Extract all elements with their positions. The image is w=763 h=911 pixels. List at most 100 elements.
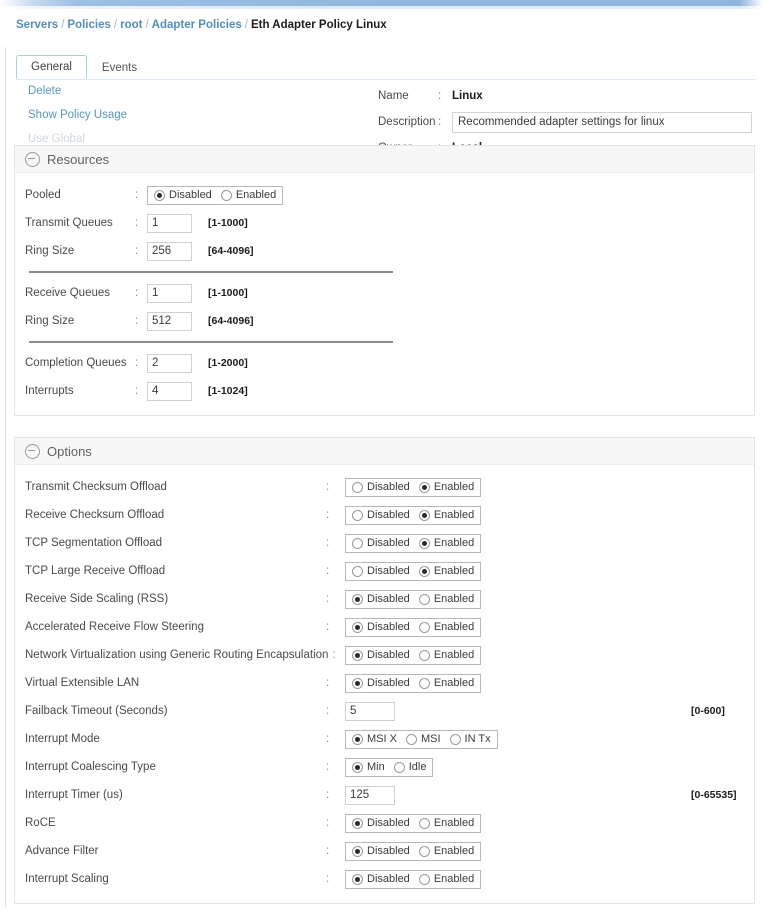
radio-option[interactable]: Disabled (352, 845, 410, 857)
radio-unselected-icon[interactable] (418, 817, 430, 829)
radio-unselected-icon[interactable] (449, 733, 461, 745)
radio-option[interactable]: MSI X (352, 733, 397, 745)
radio-selected-icon[interactable] (352, 733, 363, 745)
radio-option[interactable]: Enabled (418, 873, 474, 885)
radio-unselected-icon[interactable] (418, 845, 430, 857)
resources-header[interactable]: Resources (15, 146, 754, 173)
action-delete[interactable]: Delete (28, 85, 127, 98)
option-text-input[interactable] (345, 701, 395, 721)
radio-selected-icon[interactable] (352, 593, 363, 605)
option-radio-group[interactable]: Disabled Enabled (345, 673, 482, 693)
radio-selected-icon[interactable] (418, 481, 430, 493)
breadcrumb-link[interactable]: Policies (67, 19, 110, 31)
tab-events[interactable]: Events (87, 56, 152, 79)
radio-option[interactable]: Enabled (220, 189, 276, 201)
radio-option[interactable]: Disabled (352, 509, 410, 521)
radio-option[interactable]: Disabled (352, 565, 410, 577)
resource-row: Completion Queues: [1-2000] (15, 349, 754, 377)
radio-selected-icon[interactable] (352, 677, 363, 689)
radio-selected-icon[interactable] (352, 845, 363, 857)
option-text-input[interactable] (345, 785, 395, 805)
radio-option[interactable]: Enabled (418, 649, 474, 661)
radio-unselected-icon[interactable] (418, 677, 430, 689)
radio-option[interactable]: Enabled (418, 481, 474, 493)
radio-option[interactable]: Enabled (418, 537, 474, 549)
option-radio-group[interactable]: Disabled Enabled (345, 533, 482, 553)
radio-option[interactable]: Disabled (352, 677, 410, 689)
radio-option[interactable]: Disabled (352, 621, 410, 633)
radio-unselected-icon[interactable] (418, 649, 430, 661)
radio-option[interactable]: Disabled (352, 537, 410, 549)
radio-unselected-icon[interactable] (352, 481, 363, 493)
option-radio-group[interactable]: Disabled Enabled (345, 813, 482, 833)
breadcrumb-link[interactable]: Adapter Policies (152, 19, 242, 31)
collapse-minus-icon[interactable] (25, 443, 40, 459)
radio-unselected-icon[interactable] (352, 565, 363, 577)
radio-option[interactable]: Idle (393, 761, 426, 773)
resource-text-input[interactable] (147, 353, 192, 373)
resource-text-input[interactable] (147, 283, 192, 303)
resource-range-hint: [64-4096] (208, 245, 254, 257)
option-radio-group[interactable]: Min Idle (345, 757, 434, 777)
resource-text-input[interactable] (147, 381, 192, 401)
radio-selected-icon[interactable] (352, 621, 363, 633)
radio-selected-icon[interactable] (352, 817, 363, 829)
radio-option[interactable]: Enabled (418, 817, 474, 829)
resource-text-input[interactable] (147, 311, 192, 331)
radio-option[interactable]: IN Tx (449, 733, 491, 745)
radio-option[interactable]: Enabled (418, 593, 474, 605)
option-radio-group[interactable]: Disabled Enabled (345, 645, 482, 665)
radio-unselected-icon[interactable] (352, 509, 363, 521)
option-radio-group[interactable]: Disabled Enabled (345, 841, 482, 861)
radio-option[interactable]: Disabled (352, 649, 410, 661)
option-radio-group[interactable]: Disabled Enabled (345, 477, 482, 497)
option-radio-group[interactable]: Disabled Enabled (345, 561, 482, 581)
radio-selected-icon[interactable] (418, 537, 430, 549)
resource-row-label: Pooled (25, 189, 61, 201)
radio-selected-icon[interactable] (418, 565, 430, 577)
radio-option[interactable]: Disabled (154, 189, 212, 201)
radio-option[interactable]: Enabled (418, 845, 474, 857)
radio-option[interactable]: Enabled (418, 509, 474, 521)
action-show-policy-usage[interactable]: Show Policy Usage (28, 109, 127, 122)
radio-selected-icon[interactable] (352, 649, 363, 661)
radio-option[interactable]: Disabled (352, 593, 410, 605)
radio-unselected-icon[interactable] (405, 733, 417, 745)
radio-option[interactable]: Disabled (352, 873, 410, 885)
option-radio-group[interactable]: Disabled Enabled (345, 589, 482, 609)
radio-option[interactable]: Enabled (418, 565, 474, 577)
radio-selected-icon[interactable] (352, 761, 363, 773)
radio-unselected-icon[interactable] (418, 593, 430, 605)
resource-range-hint: [1-1000] (208, 217, 248, 229)
radio-selected-icon[interactable] (154, 189, 165, 201)
breadcrumb-link[interactable]: Servers (16, 19, 58, 31)
option-row-colon: : (332, 649, 336, 661)
tab-general[interactable]: General (16, 55, 87, 79)
option-radio-group[interactable]: Disabled Enabled (345, 505, 482, 525)
breadcrumb-link[interactable]: root (120, 19, 142, 31)
radio-option[interactable]: Disabled (352, 481, 410, 493)
resource-text-input[interactable] (147, 241, 192, 261)
radio-unselected-icon[interactable] (220, 189, 232, 201)
resource-row: Ring Size: [64-4096] (15, 237, 754, 265)
radio-unselected-icon[interactable] (352, 537, 363, 549)
resource-text-input[interactable] (147, 213, 192, 233)
radio-unselected-icon[interactable] (418, 621, 430, 633)
options-header[interactable]: Options (15, 438, 754, 465)
radio-option[interactable]: Enabled (418, 677, 474, 689)
radio-option[interactable]: Enabled (418, 621, 474, 633)
radio-option[interactable]: MSI (405, 733, 441, 745)
resource-radio-group[interactable]: Disabled Enabled (147, 185, 284, 205)
radio-option[interactable]: Min (352, 761, 385, 773)
collapse-minus-icon[interactable] (25, 151, 40, 167)
option-row: Transmit Checksum Offload: Disabled Enable… (15, 473, 754, 501)
radio-selected-icon[interactable] (418, 509, 430, 521)
radio-unselected-icon[interactable] (418, 873, 430, 885)
radio-unselected-icon[interactable] (393, 761, 405, 773)
option-radio-group[interactable]: Disabled Enabled (345, 869, 482, 889)
radio-option[interactable]: Disabled (352, 817, 410, 829)
option-radio-group[interactable]: Disabled Enabled (345, 617, 482, 637)
option-radio-group[interactable]: MSI X MSI IN Tx (345, 729, 498, 749)
description-input[interactable] (452, 111, 752, 133)
radio-selected-icon[interactable] (352, 873, 363, 885)
